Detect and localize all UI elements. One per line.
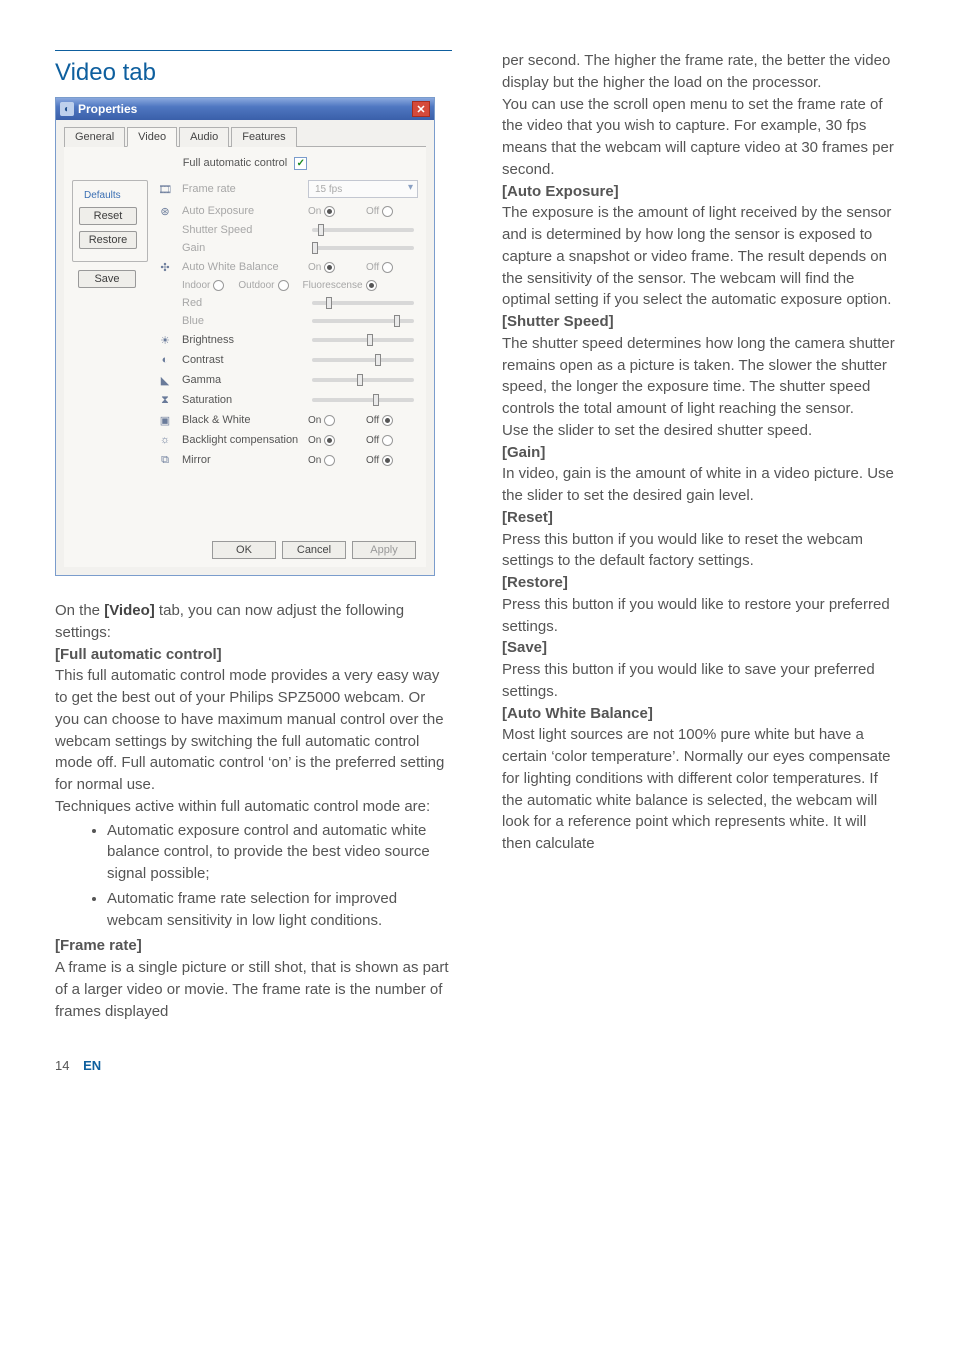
fr-para: A frame is a single picture or still sho…: [55, 957, 452, 1022]
full-auto-label: Full automatic control: [183, 157, 288, 169]
fac-heading: [Full automatic control]: [55, 644, 452, 666]
awb-off[interactable]: [382, 262, 393, 273]
properties-dialog: ◐ Properties ✕ General Video Audio Featu…: [55, 97, 435, 576]
awb-heading: [Auto White Balance]: [502, 703, 899, 725]
ss-para2: Use the slider to set the desired shutte…: [502, 420, 899, 442]
contrast-slider[interactable]: [312, 358, 414, 362]
lang-label: EN: [83, 1058, 101, 1073]
contrast-icon: ◐: [158, 353, 172, 367]
backlight-label: Backlight compensation: [182, 434, 302, 446]
wb-icon: ✣: [158, 260, 172, 274]
awb-on[interactable]: [324, 262, 335, 273]
wb-indoor[interactable]: [213, 280, 224, 291]
wb-fluor[interactable]: [366, 280, 377, 291]
auto-exposure-off[interactable]: [382, 206, 393, 217]
bw-label: Black & White: [182, 414, 302, 426]
bw-on[interactable]: [324, 415, 335, 426]
titlebar: ◐ Properties ✕: [56, 98, 434, 120]
backlight-off[interactable]: [382, 435, 393, 446]
fr-cont: per second. The higher the frame rate, t…: [502, 50, 899, 94]
saturation-slider[interactable]: [312, 398, 414, 402]
reset-button[interactable]: Reset: [79, 207, 137, 225]
tab-features[interactable]: Features: [231, 127, 296, 147]
gamma-icon: ◣: [158, 373, 172, 387]
gain-label: Gain: [182, 242, 302, 254]
gain-slider[interactable]: [312, 246, 414, 250]
page-footer: 14 EN: [55, 1058, 899, 1073]
saturation-label: Saturation: [182, 394, 302, 406]
brightness-slider[interactable]: [312, 338, 414, 342]
tabstrip: General Video Audio Features: [64, 126, 426, 147]
tab-audio[interactable]: Audio: [179, 127, 229, 147]
brightness-label: Brightness: [182, 334, 302, 346]
auto-exposure-label: Auto Exposure: [182, 205, 302, 217]
titlebar-text: Properties: [78, 102, 137, 116]
re-heading: [Restore]: [502, 572, 899, 594]
awb-para: Most light sources are not 100% pure whi…: [502, 724, 899, 855]
brightness-icon: ☀: [158, 333, 172, 347]
page-number: 14: [55, 1058, 69, 1073]
g-heading: [Gain]: [502, 442, 899, 464]
mirror-off[interactable]: [382, 455, 393, 466]
save-button[interactable]: Save: [78, 270, 136, 288]
heading-video-tab: Video tab: [55, 50, 452, 87]
gamma-label: Gamma: [182, 374, 302, 386]
film-icon: 🎞: [158, 182, 172, 196]
re-para: Press this button if you would like to r…: [502, 594, 899, 638]
defaults-legend: Defaults: [81, 190, 124, 201]
tab-general[interactable]: General: [64, 127, 125, 147]
shutter-slider[interactable]: [312, 228, 414, 232]
tab-video[interactable]: Video: [127, 127, 177, 147]
cancel-button[interactable]: Cancel: [282, 541, 346, 559]
auto-exposure-on[interactable]: [324, 206, 335, 217]
ae-para: The exposure is the amount of light rece…: [502, 202, 899, 311]
gamma-slider[interactable]: [312, 378, 414, 382]
frame-rate-label: Frame rate: [182, 183, 302, 195]
left-intro: On the [Video] tab, you can now adjust t…: [55, 600, 452, 644]
r-heading: [Reset]: [502, 507, 899, 529]
g-para: In video, gain is the amount of white in…: [502, 463, 899, 507]
r-para: Press this button if you would like to r…: [502, 529, 899, 573]
contrast-label: Contrast: [182, 354, 302, 366]
red-label: Red: [182, 297, 302, 309]
blue-label: Blue: [182, 315, 302, 327]
fac-li2: Automatic frame rate selection for impro…: [107, 888, 452, 932]
backlight-icon: ☼: [158, 433, 172, 447]
full-auto-checkbox[interactable]: ✓: [294, 157, 307, 170]
close-icon[interactable]: ✕: [412, 101, 430, 117]
restore-button[interactable]: Restore: [79, 231, 137, 249]
fac-techniques: Techniques active within full automatic …: [55, 796, 452, 818]
ok-button[interactable]: OK: [212, 541, 276, 559]
bw-icon: ▣: [158, 413, 172, 427]
ae-heading: [Auto Exposure]: [502, 181, 899, 203]
shutter-label: Shutter Speed: [182, 224, 302, 236]
apply-button[interactable]: Apply: [352, 541, 416, 559]
mirror-label: Mirror: [182, 454, 302, 466]
saturation-icon: ⧗: [158, 393, 172, 407]
wb-outdoor[interactable]: [278, 280, 289, 291]
fr-para2: You can use the scroll open menu to set …: [502, 94, 899, 181]
ss-heading: [Shutter Speed]: [502, 311, 899, 333]
fr-heading: [Frame rate]: [55, 935, 452, 957]
fac-li1: Automatic exposure control and automatic…: [107, 820, 452, 885]
ss-para: The shutter speed determines how long th…: [502, 333, 899, 420]
fac-para: This full automatic control mode provide…: [55, 665, 452, 796]
awb-label: Auto White Balance: [182, 261, 302, 273]
frame-rate-select[interactable]: 15 fps: [308, 180, 418, 198]
mirror-on[interactable]: [324, 455, 335, 466]
bw-off[interactable]: [382, 415, 393, 426]
s-heading: [Save]: [502, 637, 899, 659]
aperture-icon: ⊛: [158, 204, 172, 218]
s-para: Press this button if you would like to s…: [502, 659, 899, 703]
backlight-on[interactable]: [324, 435, 335, 446]
app-icon: ◐: [60, 102, 74, 116]
blue-slider[interactable]: [312, 319, 414, 323]
red-slider[interactable]: [312, 301, 414, 305]
mirror-icon: ⧉: [158, 453, 172, 467]
